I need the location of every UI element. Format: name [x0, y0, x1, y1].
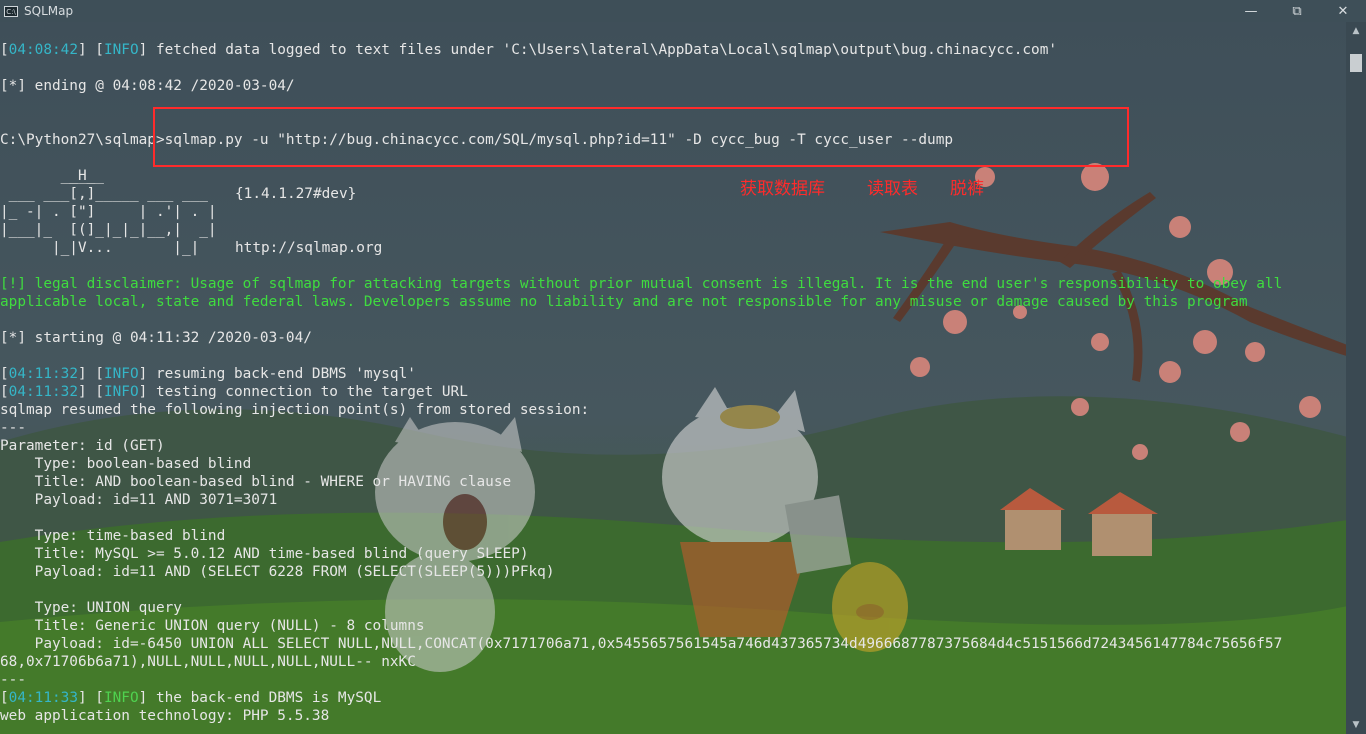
- injection-payload: Payload: id=-6450 UNION ALL SELECT NULL,…: [0, 636, 1283, 652]
- logo-line: |___|_ [(]_|_|_|__,| _|: [0, 222, 217, 238]
- sqlmap-url: http://sqlmap.org: [235, 240, 383, 256]
- injection-title: Title: AND boolean-based blind - WHERE o…: [0, 474, 512, 490]
- log-line: [04:11:33] [INFO] the back-end DBMS is M…: [0, 690, 382, 706]
- log-line: [04:11:32] [INFO] resuming back-end DBMS…: [0, 366, 416, 382]
- close-button[interactable]: ✕: [1320, 0, 1366, 22]
- window-title: SQLMap: [24, 4, 74, 18]
- annotation-read-table: 读取表: [867, 179, 918, 199]
- sqlmap-console-window: C:\ SQLMap — ⧉ ✕ [04:08:42] [INFO] fetch…: [0, 0, 1366, 734]
- injection-title: Title: Generic UNION query (NULL) - 8 co…: [0, 618, 425, 634]
- restore-button[interactable]: ⧉: [1274, 0, 1320, 22]
- logo-line: |_|V... |_|: [0, 240, 226, 256]
- injection-payload: Payload: id=11 AND 3071=3071: [0, 492, 278, 508]
- disclaimer-line: [!] legal disclaimer: Usage of sqlmap fo…: [0, 276, 1283, 292]
- title-bar: C:\ SQLMap — ⧉ ✕: [0, 0, 1366, 22]
- injection-type: Type: time-based blind: [0, 528, 226, 544]
- starting-line: [*] starting @ 04:11:32 /2020-03-04/: [0, 330, 312, 346]
- logo-line: |_ -| . ["] | .'| . |: [0, 204, 217, 220]
- injection-type: Type: UNION query: [0, 600, 182, 616]
- separator-line: ---: [0, 420, 26, 436]
- parameter-line: Parameter: id (GET): [0, 438, 165, 454]
- logo-line: __H__: [0, 168, 104, 184]
- disclaimer-line: applicable local, state and federal laws…: [0, 294, 1248, 310]
- minimize-button[interactable]: —: [1228, 0, 1274, 22]
- injection-type: Type: boolean-based blind: [0, 456, 252, 472]
- injection-payload: Payload: id=11 AND (SELECT 6228 FROM (SE…: [0, 564, 555, 580]
- scroll-down-icon[interactable]: ▼: [1346, 716, 1366, 734]
- resumed-line: sqlmap resumed the following injection p…: [0, 402, 590, 418]
- injection-title: Title: MySQL >= 5.0.12 AND time-based bl…: [0, 546, 529, 562]
- vertical-scrollbar[interactable]: ▲ ▼: [1346, 22, 1366, 734]
- log-line: [04:08:42] [INFO] fetched data logged to…: [0, 42, 1058, 58]
- command-highlight-box: [153, 107, 1129, 167]
- version-label: {1.4.1.27#dev}: [235, 186, 357, 202]
- annotation-get-database: 获取数据库: [740, 179, 825, 199]
- log-line: [04:11:32] [INFO] testing connection to …: [0, 384, 468, 400]
- scroll-up-icon[interactable]: ▲: [1346, 22, 1366, 40]
- technology-line: web application technology: PHP 5.5.38: [0, 708, 330, 724]
- ending-line: [*] ending @ 04:08:42 /2020-03-04/: [0, 78, 295, 94]
- scroll-thumb[interactable]: [1350, 54, 1362, 72]
- annotation-dump: 脱裤: [950, 179, 984, 199]
- injection-payload-continued: 68,0x71706b6a71),NULL,NULL,NULL,NULL,NUL…: [0, 654, 416, 670]
- console-icon: C:\: [4, 5, 18, 17]
- logo-line: ___ ___[,]_____ ___ ___: [0, 186, 226, 202]
- separator-line: ---: [0, 672, 26, 688]
